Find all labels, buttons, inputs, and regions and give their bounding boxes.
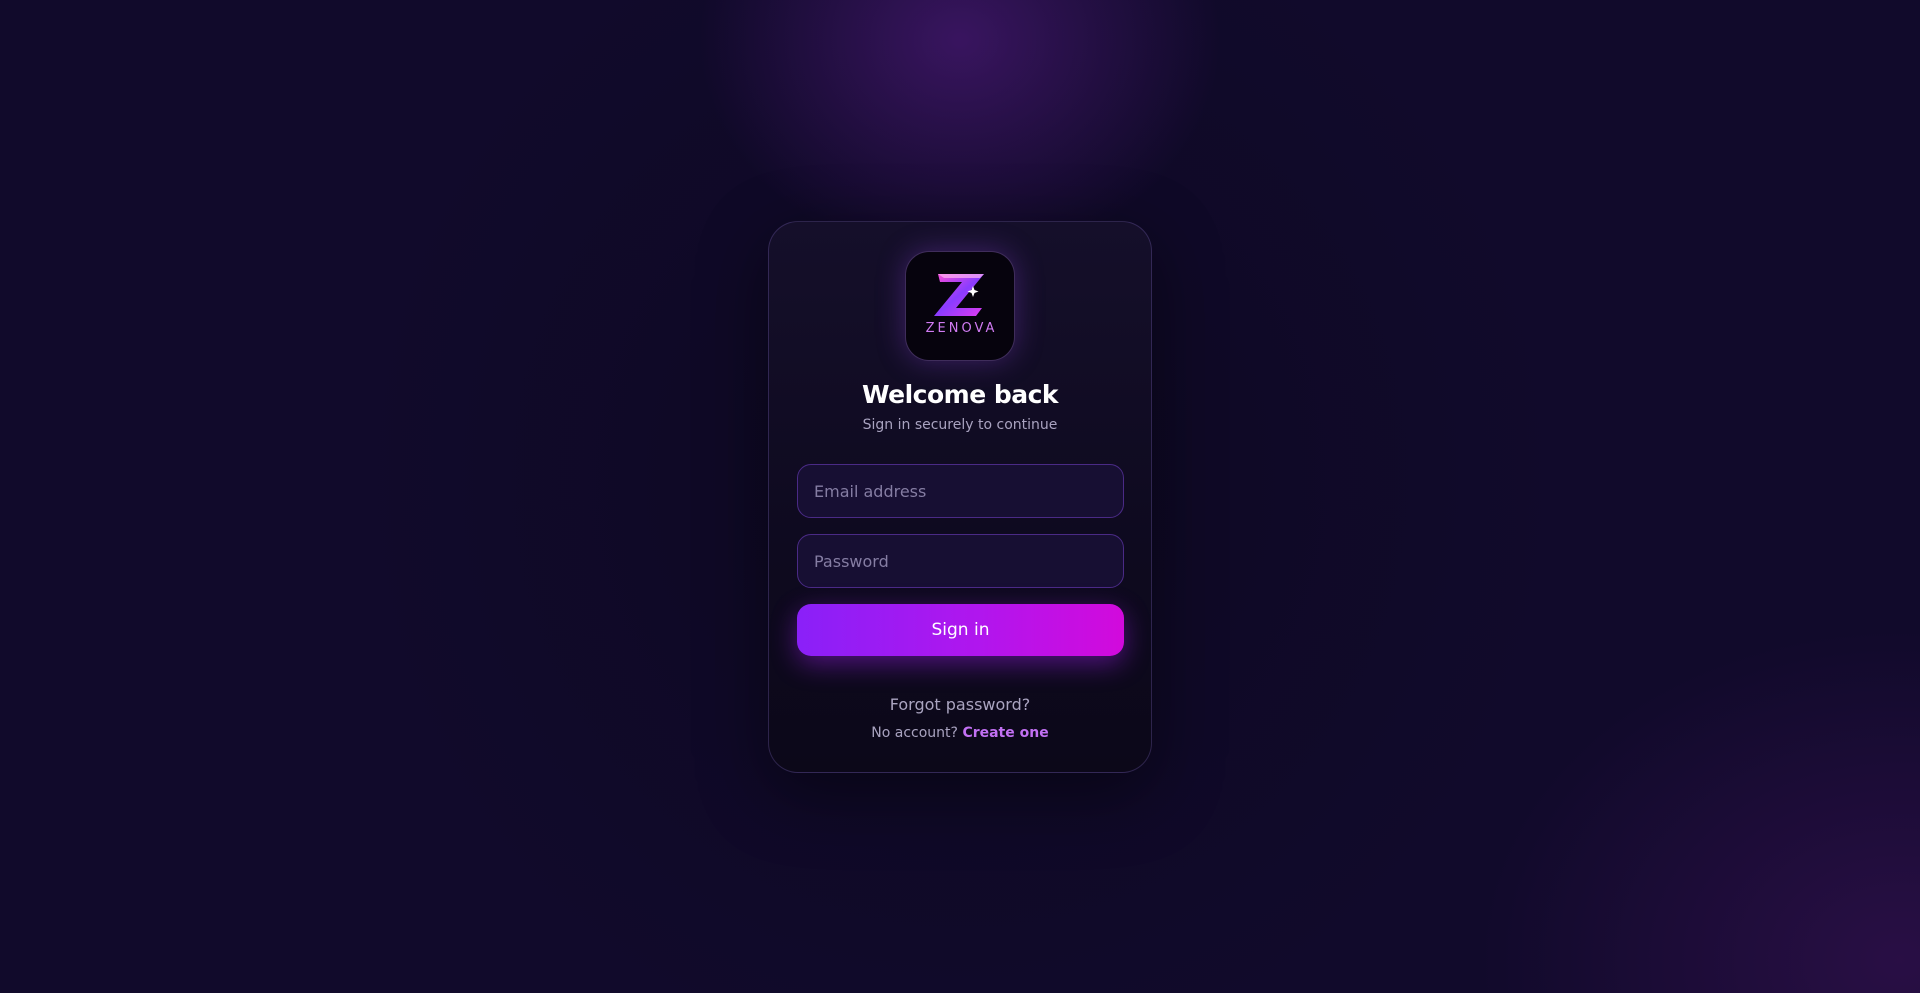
forgot-password-link[interactable]: Forgot password? [769, 695, 1151, 714]
create-account-link[interactable]: Create one [962, 725, 1048, 741]
brand-wordmark: ZENOVA [925, 321, 998, 336]
brand-logo: ZENOVA [905, 251, 1015, 361]
password-field[interactable] [797, 534, 1124, 588]
page-subtitle: Sign in securely to continue [862, 417, 1058, 433]
page-title: Welcome back [861, 380, 1059, 409]
zenova-z-logo-icon [934, 274, 984, 316]
email-field[interactable] [797, 464, 1124, 518]
login-card: ZENOVA Welcome back Sign in securely to … [768, 221, 1152, 773]
signup-prompt: No account? Create one [769, 725, 1151, 741]
sign-in-button[interactable]: Sign in [797, 604, 1124, 656]
no-account-text: No account? [871, 725, 958, 741]
